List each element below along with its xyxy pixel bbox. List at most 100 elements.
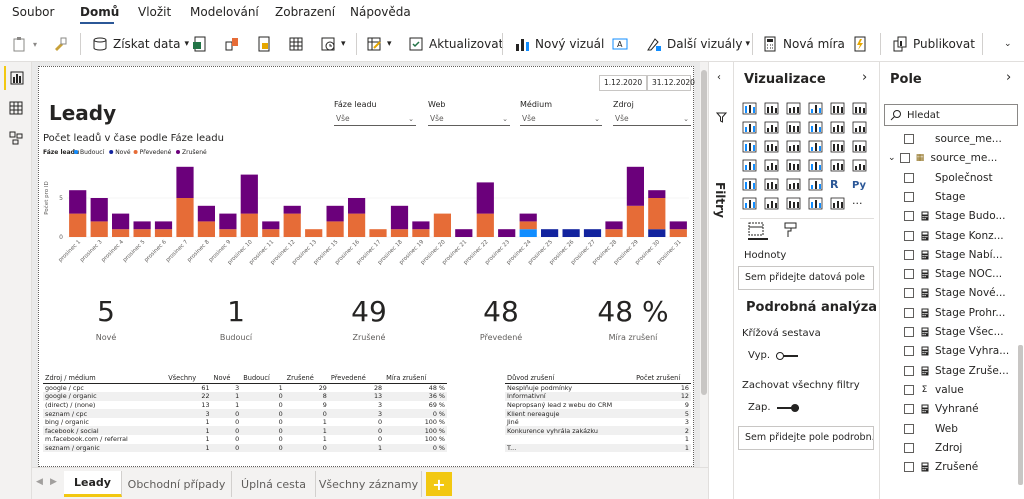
menu-zobrazeni[interactable]: Zobrazení: [275, 5, 335, 19]
enter-data-button[interactable]: [288, 34, 309, 54]
bar-segment[interactable]: [133, 221, 151, 230]
bar-segment[interactable]: [197, 205, 215, 222]
field-checkbox[interactable]: [904, 327, 914, 337]
python-visual-icon[interactable]: Py: [852, 178, 868, 192]
scrollbar-thumb[interactable]: [701, 70, 707, 395]
bar-segment[interactable]: [605, 229, 623, 237]
field-checkbox[interactable]: [904, 442, 914, 453]
field-checkbox[interactable]: [904, 211, 914, 222]
filters-pane-collapsed[interactable]: ‹ Filtry: [708, 62, 734, 499]
treemap-icon[interactable]: [852, 140, 868, 154]
bar-segment[interactable]: [412, 221, 430, 230]
table-row[interactable]: Nesplňuje podmínky 16: [505, 384, 691, 393]
legend-item[interactable]: Zrušené: [182, 149, 207, 156]
waterfall-icon[interactable]: [742, 140, 758, 154]
ribbon-collapse-button[interactable]: ⌄: [1004, 34, 1012, 54]
table-row[interactable]: google / cpc 61 3 1 29 28 48 %: [43, 384, 447, 393]
shape-map-icon[interactable]: [786, 159, 802, 173]
column-header[interactable]: Zrušené: [284, 374, 329, 384]
slicer-zdroj-dropdown[interactable]: Vše ⌄: [613, 112, 691, 126]
legend-item[interactable]: Budoucí: [80, 149, 105, 156]
model-view-button[interactable]: [4, 126, 28, 150]
fields-scrollbar[interactable]: [1018, 345, 1023, 485]
filters-label[interactable]: Filtry: [713, 182, 727, 218]
bar-segment[interactable]: [154, 229, 173, 237]
field-checkbox[interactable]: [904, 365, 914, 376]
table-row[interactable]: seznam / organic 1 0 0 0 1 0 %: [43, 443, 447, 453]
field-checkbox[interactable]: [904, 346, 914, 357]
funnel-icon[interactable]: [764, 140, 780, 154]
table-row[interactable]: facebook / social 1 0 0 1 0 100 %: [43, 426, 447, 436]
bar-segment[interactable]: [262, 221, 280, 230]
tab-scroll-right-icon[interactable]: ▶: [50, 477, 57, 487]
smart-narrative-icon[interactable]: [808, 197, 824, 211]
bar-segment[interactable]: [648, 229, 666, 237]
bar-segment[interactable]: [154, 221, 173, 230]
bar-segment[interactable]: [476, 182, 494, 214]
field-checkbox[interactable]: [904, 230, 914, 241]
text-box-button[interactable]: A: [612, 34, 633, 54]
tab-vsechny-zaznamy[interactable]: Všechny záznamy: [316, 471, 422, 497]
bar-segment[interactable]: [498, 229, 516, 237]
field-checkbox[interactable]: [904, 423, 914, 434]
paginated-icon[interactable]: [830, 197, 846, 211]
stacked-bar-icon[interactable]: [742, 102, 758, 116]
table-row[interactable]: Klient nereaguje 5: [505, 409, 691, 418]
field-checkbox[interactable]: [904, 288, 914, 299]
table-row[interactable]: Nepropsaný lead z webu do CRM 9: [505, 401, 691, 410]
bar-segment[interactable]: [455, 229, 473, 237]
key-influencers-icon[interactable]: [742, 197, 758, 211]
chevron-down-icon[interactable]: ⌄: [888, 153, 896, 163]
bar-segment[interactable]: [133, 229, 151, 237]
fields-search-input[interactable]: Hledat: [884, 104, 1018, 126]
bar-segment[interactable]: [519, 229, 537, 237]
bar-segment[interactable]: [240, 174, 258, 214]
bar-segment[interactable]: [369, 229, 387, 237]
more-icon[interactable]: ···: [852, 197, 868, 211]
kpi-icon[interactable]: [742, 178, 758, 192]
new-visual-button[interactable]: Nový vizuál: [514, 34, 604, 54]
new-measure-button[interactable]: Nová míra: [762, 34, 845, 54]
field-checkbox[interactable]: [904, 134, 914, 144]
bar-segment[interactable]: [90, 221, 108, 237]
get-data-button[interactable]: Získat data ▾: [92, 34, 189, 54]
bar-segment[interactable]: [541, 229, 559, 237]
bar-segment[interactable]: [112, 229, 130, 237]
tab-leady[interactable]: Leady: [64, 471, 122, 497]
format-painter-button[interactable]: [52, 34, 73, 54]
bar-segment[interactable]: [262, 229, 280, 237]
multi-row-card-icon[interactable]: [852, 159, 868, 173]
table-row[interactable]: bing / organic 1 0 0 1 0 100 %: [43, 418, 447, 427]
tab-obchodni-pripady[interactable]: Obchodní případy: [122, 471, 232, 497]
add-page-button[interactable]: +: [426, 472, 452, 496]
map-icon[interactable]: [742, 159, 758, 173]
tab-uplna-cesta[interactable]: Úplná cesta: [232, 471, 316, 497]
slicer-faze-dropdown[interactable]: Vše ⌄: [334, 112, 416, 126]
table-icon[interactable]: [786, 178, 802, 192]
column-header[interactable]: Nové: [211, 374, 242, 384]
column-header[interactable]: Budoucí: [241, 374, 285, 384]
bar-segment[interactable]: [669, 229, 687, 237]
cancel-reason-table[interactable]: Důvod zrušení Počet zrušení Nesplňuje podm…: [505, 374, 691, 453]
bar-segment[interactable]: [69, 190, 87, 214]
field-checkbox[interactable]: [904, 249, 914, 260]
chevron-left-icon[interactable]: ‹: [717, 72, 721, 83]
field-checkbox[interactable]: [904, 462, 914, 473]
stacked-column-icon[interactable]: [764, 102, 780, 116]
bar-segment[interactable]: [348, 198, 366, 214]
bar-segment[interactable]: [605, 221, 623, 230]
100-column-icon[interactable]: [852, 102, 868, 116]
bar-segment[interactable]: [176, 166, 194, 198]
data-view-button[interactable]: [4, 96, 28, 120]
field-checkbox[interactable]: [904, 404, 914, 415]
dataset-button[interactable]: [256, 34, 277, 54]
stacked-area-icon[interactable]: [786, 121, 802, 135]
bar-segment[interactable]: [390, 205, 409, 230]
refresh-button[interactable]: Aktualizovat: [408, 34, 503, 54]
format-tab[interactable]: [784, 222, 798, 241]
fields-tab[interactable]: [748, 222, 768, 240]
leads-stacked-bar-chart[interactable]: Fáze leadu Budoucí Nové Převedené Zrušené Poč…: [39, 147, 695, 279]
bar-segment[interactable]: [219, 229, 237, 237]
bar-segment[interactable]: [240, 213, 258, 237]
field-checkbox[interactable]: [904, 191, 914, 202]
